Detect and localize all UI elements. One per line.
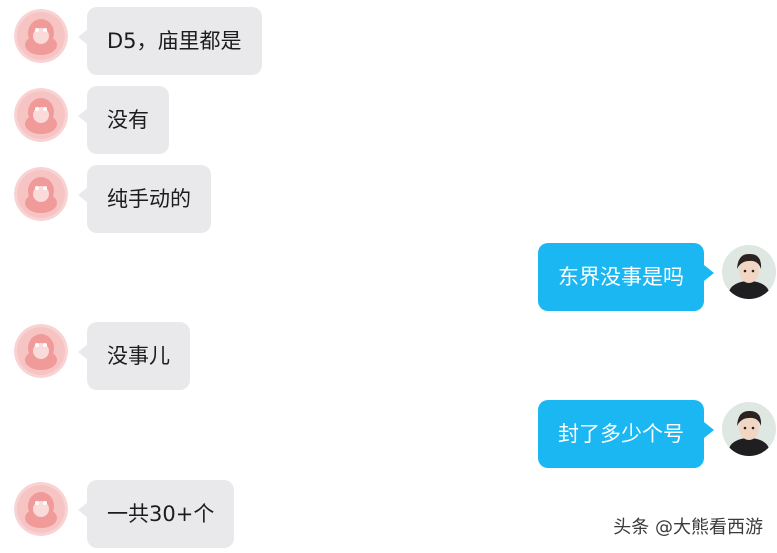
pink-qq-penguin-icon[interactable] xyxy=(14,167,68,221)
bubble-tail xyxy=(704,265,714,281)
bubble-tail xyxy=(704,422,714,438)
incoming-message-bubble[interactable]: D5，庙里都是 xyxy=(87,7,262,75)
user-photo-icon[interactable] xyxy=(722,402,776,456)
pink-qq-penguin-icon[interactable] xyxy=(14,482,68,536)
message-row: 纯手动的 xyxy=(0,165,777,233)
outgoing-message-bubble[interactable]: 封了多少个号 xyxy=(538,400,704,468)
message-row: 没事儿 xyxy=(0,322,777,390)
user-photo-icon[interactable] xyxy=(722,245,776,299)
message-row: D5，庙里都是 xyxy=(0,7,777,75)
message-row: 东界没事是吗 xyxy=(0,243,777,311)
pink-qq-penguin-icon[interactable] xyxy=(14,88,68,142)
incoming-message-bubble[interactable]: 没事儿 xyxy=(87,322,190,390)
pink-qq-penguin-icon[interactable] xyxy=(14,9,68,63)
pink-qq-penguin-icon[interactable] xyxy=(14,324,68,378)
incoming-message-bubble[interactable]: 一共30+个 xyxy=(87,480,235,548)
message-row: 封了多少个号 xyxy=(0,400,777,468)
message-row: 没有 xyxy=(0,86,777,154)
incoming-message-bubble[interactable]: 纯手动的 xyxy=(87,165,211,233)
chat-conversation: D5，庙里都是 没有 纯手动的 东界没事是吗 没事儿 封了多少个号 一共30+个… xyxy=(0,0,777,553)
watermark-text: 头条 @大熊看西游 xyxy=(613,517,763,538)
outgoing-message-bubble[interactable]: 东界没事是吗 xyxy=(538,243,704,311)
incoming-message-bubble[interactable]: 没有 xyxy=(87,86,169,154)
